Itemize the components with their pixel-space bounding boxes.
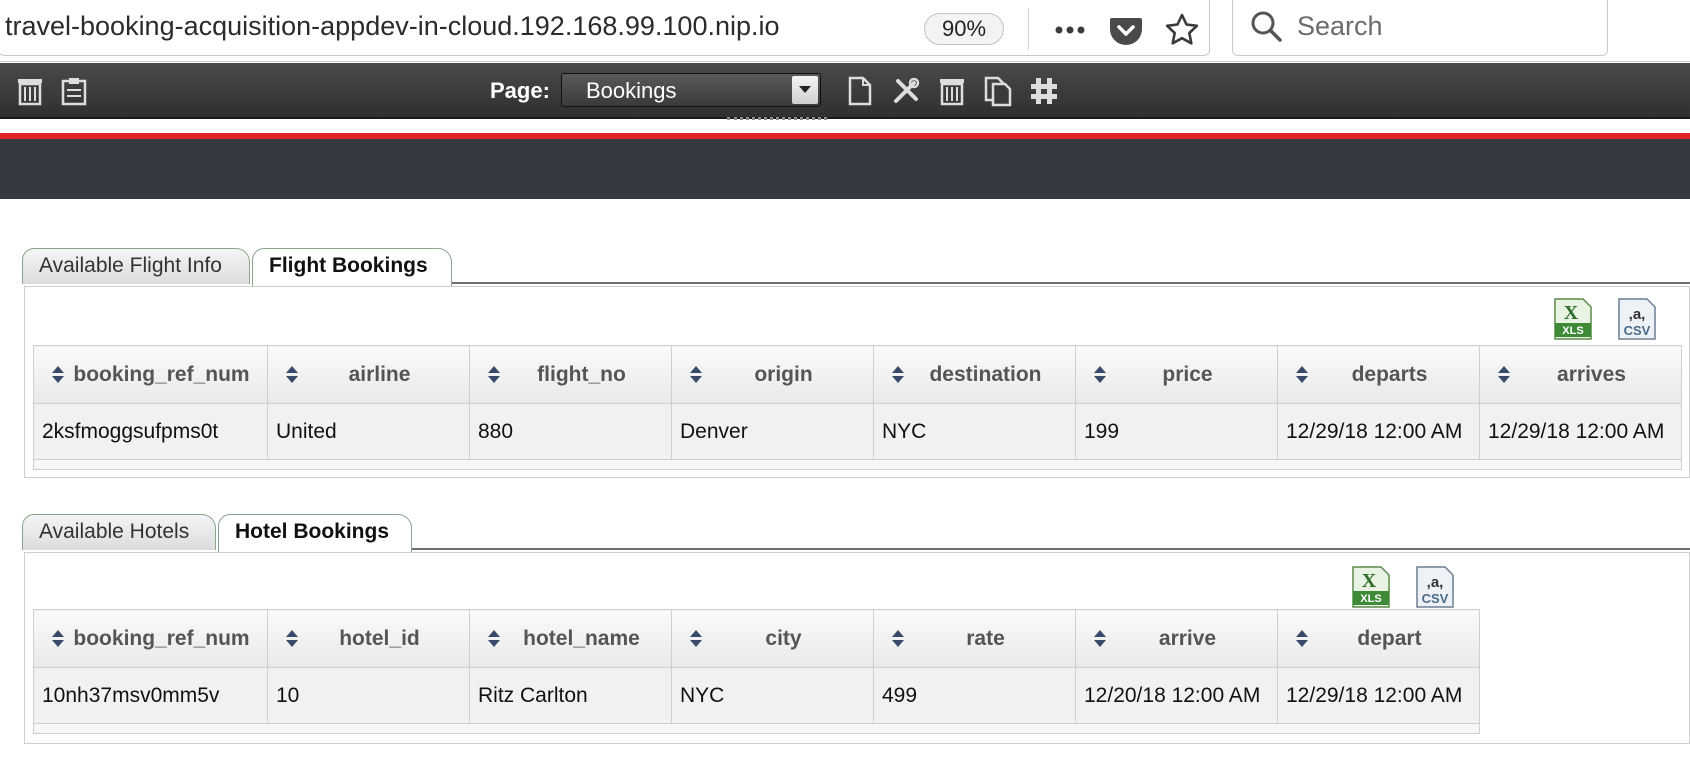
- cell-flight-no: 880: [469, 403, 672, 460]
- sort-icon[interactable]: [488, 366, 500, 384]
- chevron-down-icon[interactable]: [792, 76, 818, 104]
- table-footer-row: [33, 459, 1682, 470]
- table-header-row: booking_ref_num airline flight_no origin…: [33, 345, 1682, 404]
- new-page-icon[interactable]: [844, 75, 876, 107]
- column-header-price[interactable]: price: [1075, 345, 1278, 404]
- svg-text:X: X: [1564, 302, 1579, 324]
- sort-icon[interactable]: [488, 630, 500, 648]
- xls-export-icon[interactable]: X XLS: [1351, 565, 1391, 609]
- svg-text:,a,: ,a,: [1427, 574, 1444, 591]
- column-header-booking-ref-num[interactable]: booking_ref_num: [33, 345, 268, 404]
- cell-destination: NYC: [873, 403, 1076, 460]
- column-header-arrives[interactable]: arrives: [1479, 345, 1682, 404]
- flight-bookings-table: booking_ref_num airline flight_no origin…: [33, 345, 1682, 470]
- copy-page-icon[interactable]: [982, 75, 1014, 107]
- app-toolbar: Page: Bookings: [0, 63, 1690, 119]
- column-header-city[interactable]: city: [671, 609, 874, 668]
- column-header-depart[interactable]: depart: [1277, 609, 1480, 668]
- more-icon[interactable]: [1052, 12, 1088, 48]
- cell-rate: 499: [873, 667, 1076, 724]
- svg-text:XLS: XLS: [1562, 325, 1583, 337]
- tab-underline: [412, 548, 1690, 550]
- column-header-hotel-name[interactable]: hotel_name: [469, 609, 672, 668]
- column-header-booking-ref-num[interactable]: booking_ref_num: [33, 609, 268, 668]
- clipboard-icon[interactable]: [58, 75, 90, 107]
- xls-export-icon[interactable]: X XLS: [1553, 297, 1593, 341]
- column-header-hotel-id[interactable]: hotel_id: [267, 609, 470, 668]
- zoom-level-badge[interactable]: 90%: [924, 13, 1004, 45]
- csv-export-icon[interactable]: ,a, CSV: [1415, 565, 1455, 609]
- tab-available-flight-info[interactable]: Available Flight Info: [22, 248, 250, 284]
- browser-search-field[interactable]: Search: [1232, 0, 1608, 56]
- cell-arrive: 12/20/18 12:00 AM: [1075, 667, 1278, 724]
- search-icon: [1249, 9, 1283, 43]
- browser-toolbar: travel-booking-acquisition-appdev-in-clo…: [0, 0, 1690, 62]
- csv-export-icon[interactable]: ,a, CSV: [1617, 297, 1657, 341]
- table-row[interactable]: 10nh37msv0mm5v 10 Ritz Carlton NYC 499 1…: [33, 667, 1480, 724]
- header-band: [0, 139, 1690, 199]
- sort-icon[interactable]: [690, 366, 702, 384]
- page-label: Page:: [490, 78, 550, 103]
- bookmark-star-icon[interactable]: [1164, 12, 1200, 48]
- table-header-row: booking_ref_num hotel_id hotel_name city…: [33, 609, 1480, 668]
- column-header-departs[interactable]: departs: [1277, 345, 1480, 404]
- table-row[interactable]: 2ksfmoggsufpms0t United 880 Denver NYC 1…: [33, 403, 1682, 460]
- column-header-arrive[interactable]: arrive: [1075, 609, 1278, 668]
- column-header-flight-no[interactable]: flight_no: [469, 345, 672, 404]
- sort-icon[interactable]: [1094, 630, 1106, 648]
- sort-icon[interactable]: [892, 366, 904, 384]
- tab-available-hotels[interactable]: Available Hotels: [22, 514, 216, 550]
- cell-depart: 12/29/18 12:00 AM: [1277, 667, 1480, 724]
- tab-flight-bookings[interactable]: Flight Bookings: [252, 248, 452, 286]
- hotel-bookings-table: booking_ref_num hotel_id hotel_name city…: [33, 609, 1480, 734]
- cell-airline: United: [267, 403, 470, 460]
- page-select-value: Bookings: [586, 78, 677, 103]
- cell-hotel-name: Ritz Carlton: [469, 667, 672, 724]
- svg-text:,a,: ,a,: [1629, 306, 1646, 323]
- svg-text:X: X: [1362, 570, 1377, 592]
- tab-underline: [452, 282, 1690, 284]
- sort-icon[interactable]: [1094, 366, 1106, 384]
- cell-hotel-id: 10: [267, 667, 470, 724]
- cell-city: NYC: [671, 667, 874, 724]
- svg-text:XLS: XLS: [1360, 593, 1381, 605]
- cell-booking-ref-num: 2ksfmoggsufpms0t: [33, 403, 268, 460]
- sort-icon[interactable]: [1296, 366, 1308, 384]
- sort-icon[interactable]: [286, 630, 298, 648]
- column-header-destination[interactable]: destination: [873, 345, 1076, 404]
- table-footer-row: [33, 723, 1480, 734]
- pocket-icon[interactable]: [1108, 12, 1144, 48]
- sort-icon[interactable]: [1498, 366, 1510, 384]
- cell-arrives: 12/29/18 12:00 AM: [1479, 403, 1682, 460]
- sort-icon[interactable]: [52, 630, 64, 648]
- layout-icon[interactable]: [1028, 75, 1060, 107]
- tools-icon[interactable]: [890, 75, 922, 107]
- column-header-origin[interactable]: origin: [671, 345, 874, 404]
- sort-icon[interactable]: [892, 630, 904, 648]
- column-header-rate[interactable]: rate: [873, 609, 1076, 668]
- cell-booking-ref-num: 10nh37msv0mm5v: [33, 667, 268, 724]
- svg-text:CSV: CSV: [1624, 323, 1651, 338]
- trash-icon[interactable]: [14, 75, 46, 107]
- flight-bookings-panel: X XLS ,a, CSV booking_ref_num airline flig…: [24, 286, 1690, 478]
- column-header-airline[interactable]: airline: [267, 345, 470, 404]
- sort-icon[interactable]: [1296, 630, 1308, 648]
- dropdown-grip: [727, 112, 827, 120]
- page-select[interactable]: Bookings: [561, 73, 821, 107]
- sort-icon[interactable]: [690, 630, 702, 648]
- delete-page-icon[interactable]: [936, 75, 968, 107]
- toolbar-divider: [1028, 8, 1029, 50]
- url-text[interactable]: travel-booking-acquisition-appdev-in-clo…: [5, 8, 855, 44]
- svg-text:CSV: CSV: [1422, 591, 1449, 606]
- search-placeholder: Search: [1297, 11, 1383, 41]
- sort-icon[interactable]: [286, 366, 298, 384]
- hotel-bookings-panel: X XLS ,a, CSV booking_ref_num hotel_id hot…: [24, 552, 1690, 744]
- cell-origin: Denver: [671, 403, 874, 460]
- cell-departs: 12/29/18 12:00 AM: [1277, 403, 1480, 460]
- tab-hotel-bookings[interactable]: Hotel Bookings: [218, 514, 412, 552]
- sort-icon[interactable]: [52, 366, 64, 384]
- cell-price: 199: [1075, 403, 1278, 460]
